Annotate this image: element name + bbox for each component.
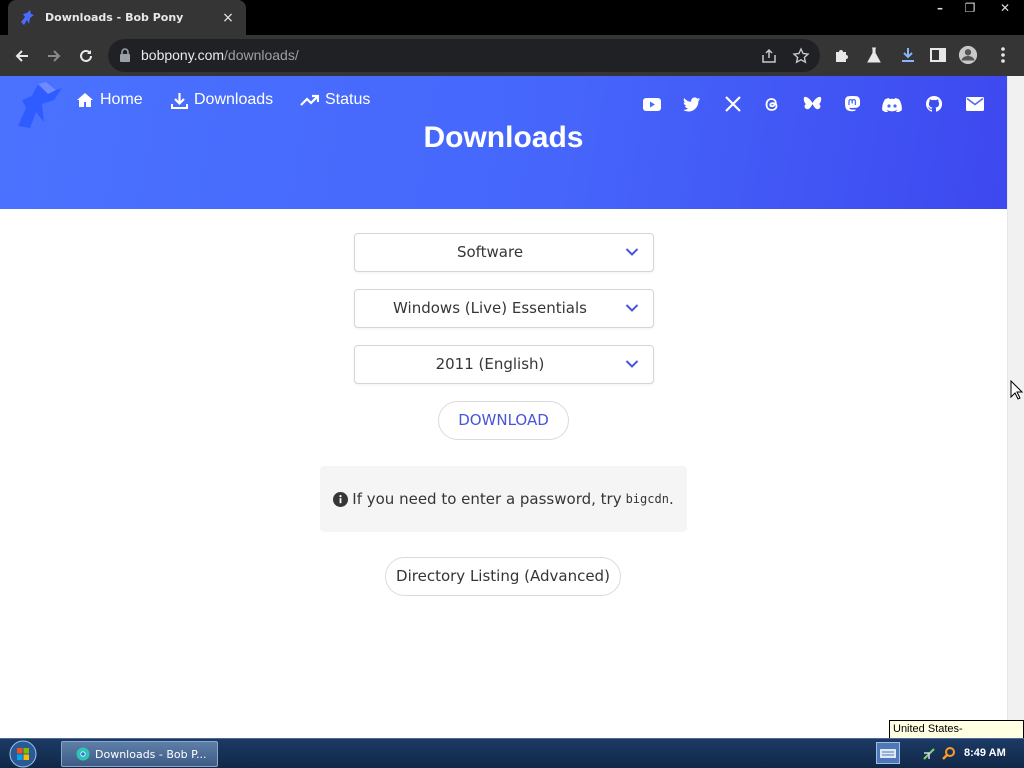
page-scrollbar[interactable]	[1007, 76, 1024, 738]
email-icon[interactable]	[965, 94, 985, 114]
extensions-icon[interactable]	[832, 45, 852, 65]
tab-title: Downloads - Bob Pony	[45, 11, 184, 24]
download-icon	[171, 92, 188, 109]
reload-button[interactable]	[73, 43, 99, 69]
network-icon[interactable]	[922, 747, 936, 761]
nav-status-link[interactable]: Status	[300, 91, 370, 109]
youtube-icon[interactable]	[642, 94, 662, 114]
password-notice: If you need to enter a password, try big…	[320, 466, 687, 532]
product-select-value: Windows (Live) Essentials	[393, 299, 587, 317]
address-bar[interactable]: bobpony.com/downloads/	[108, 39, 820, 72]
bluesky-icon[interactable]	[802, 94, 822, 114]
system-clock[interactable]: 8:49 AM	[964, 747, 1006, 759]
info-circle-icon	[333, 491, 349, 507]
x-icon[interactable]	[723, 94, 743, 114]
discord-icon[interactable]	[882, 94, 902, 114]
restore-button[interactable]: ❐	[955, 0, 985, 18]
url-host: bobpony.com	[141, 47, 225, 63]
arrow-right-icon	[48, 50, 61, 62]
version-select-value: 2011 (English)	[435, 355, 545, 373]
home-icon	[77, 93, 93, 107]
category-select-value: Software	[456, 243, 524, 261]
lock-icon	[120, 48, 130, 62]
github-icon[interactable]	[924, 94, 944, 114]
chrome-dev-icon	[76, 747, 90, 761]
chevron-down-icon	[625, 304, 639, 312]
keyboard-layout-tooltip: United States-International	[889, 720, 1024, 752]
forward-button[interactable]	[41, 43, 67, 69]
window-controls: – ❐ ✕	[925, 0, 1024, 18]
page-title: Downloads	[423, 121, 584, 154]
product-select[interactable]: Windows (Live) Essentials	[354, 289, 654, 328]
nav-downloads-label: Downloads	[194, 91, 274, 108]
notice-password-code: bigcdn	[625, 492, 669, 506]
chevron-down-icon	[625, 360, 639, 368]
close-window-button[interactable]: ✕	[985, 0, 1024, 18]
version-select[interactable]: 2011 (English)	[354, 345, 654, 384]
twitter-icon[interactable]	[682, 94, 702, 114]
page-viewport: Home Downloads Status Downloads Software…	[0, 76, 1024, 738]
profile-avatar-icon[interactable]	[958, 45, 978, 65]
keyboard-layout-icon[interactable]	[876, 742, 900, 764]
windows-taskbar: Downloads - Bob P... 8:49 AM	[0, 738, 1024, 768]
nav-home-link[interactable]: Home	[76, 91, 143, 109]
labs-flask-icon[interactable]	[864, 45, 884, 65]
share-icon[interactable]	[760, 47, 778, 65]
trending-up-icon	[300, 94, 319, 106]
url-text: bobpony.com/downloads/	[141, 47, 299, 63]
browser-toolbar: bobpony.com/downloads/	[0, 35, 1024, 76]
taskbar-item-label: Downloads - Bob P...	[95, 747, 207, 761]
notice-period: .	[668, 490, 674, 508]
url-path: /downloads/	[224, 47, 299, 63]
site-header: Home Downloads Status Downloads	[0, 76, 1007, 209]
browser-menu-icon[interactable]	[993, 45, 1013, 65]
bobpony-favicon-icon	[21, 9, 34, 25]
windows-start-icon[interactable]	[8, 740, 38, 768]
browser-titlebar: Downloads - Bob Pony × – ❐ ✕	[0, 0, 1024, 35]
back-button[interactable]	[9, 43, 35, 69]
category-select[interactable]: Software	[354, 233, 654, 272]
chevron-down-icon	[625, 248, 639, 256]
side-panel-icon[interactable]	[928, 45, 948, 65]
browser-tab[interactable]: Downloads - Bob Pony ×	[8, 0, 246, 35]
directory-listing-button[interactable]: Directory Listing (Advanced)	[385, 557, 621, 596]
bookmark-star-icon[interactable]	[792, 47, 810, 65]
mouse-cursor-icon	[1010, 380, 1024, 400]
arrow-left-icon	[15, 50, 28, 62]
reload-icon	[80, 49, 92, 62]
download-status-icon[interactable]	[898, 45, 918, 65]
nav-status-label: Status	[325, 91, 371, 108]
tab-close-icon[interactable]: ×	[220, 10, 236, 26]
download-button[interactable]: DOWNLOAD	[438, 401, 569, 440]
search-tray-icon[interactable]	[941, 746, 956, 761]
notice-text: If you need to enter a password, try	[352, 490, 622, 508]
minimize-button[interactable]: –	[925, 0, 955, 18]
nav-downloads-link[interactable]: Downloads	[171, 91, 273, 109]
mastodon-icon[interactable]	[842, 94, 862, 114]
threads-icon[interactable]	[762, 94, 782, 114]
nav-home-label: Home	[100, 91, 143, 108]
taskbar-browser-item[interactable]: Downloads - Bob P...	[61, 741, 218, 767]
